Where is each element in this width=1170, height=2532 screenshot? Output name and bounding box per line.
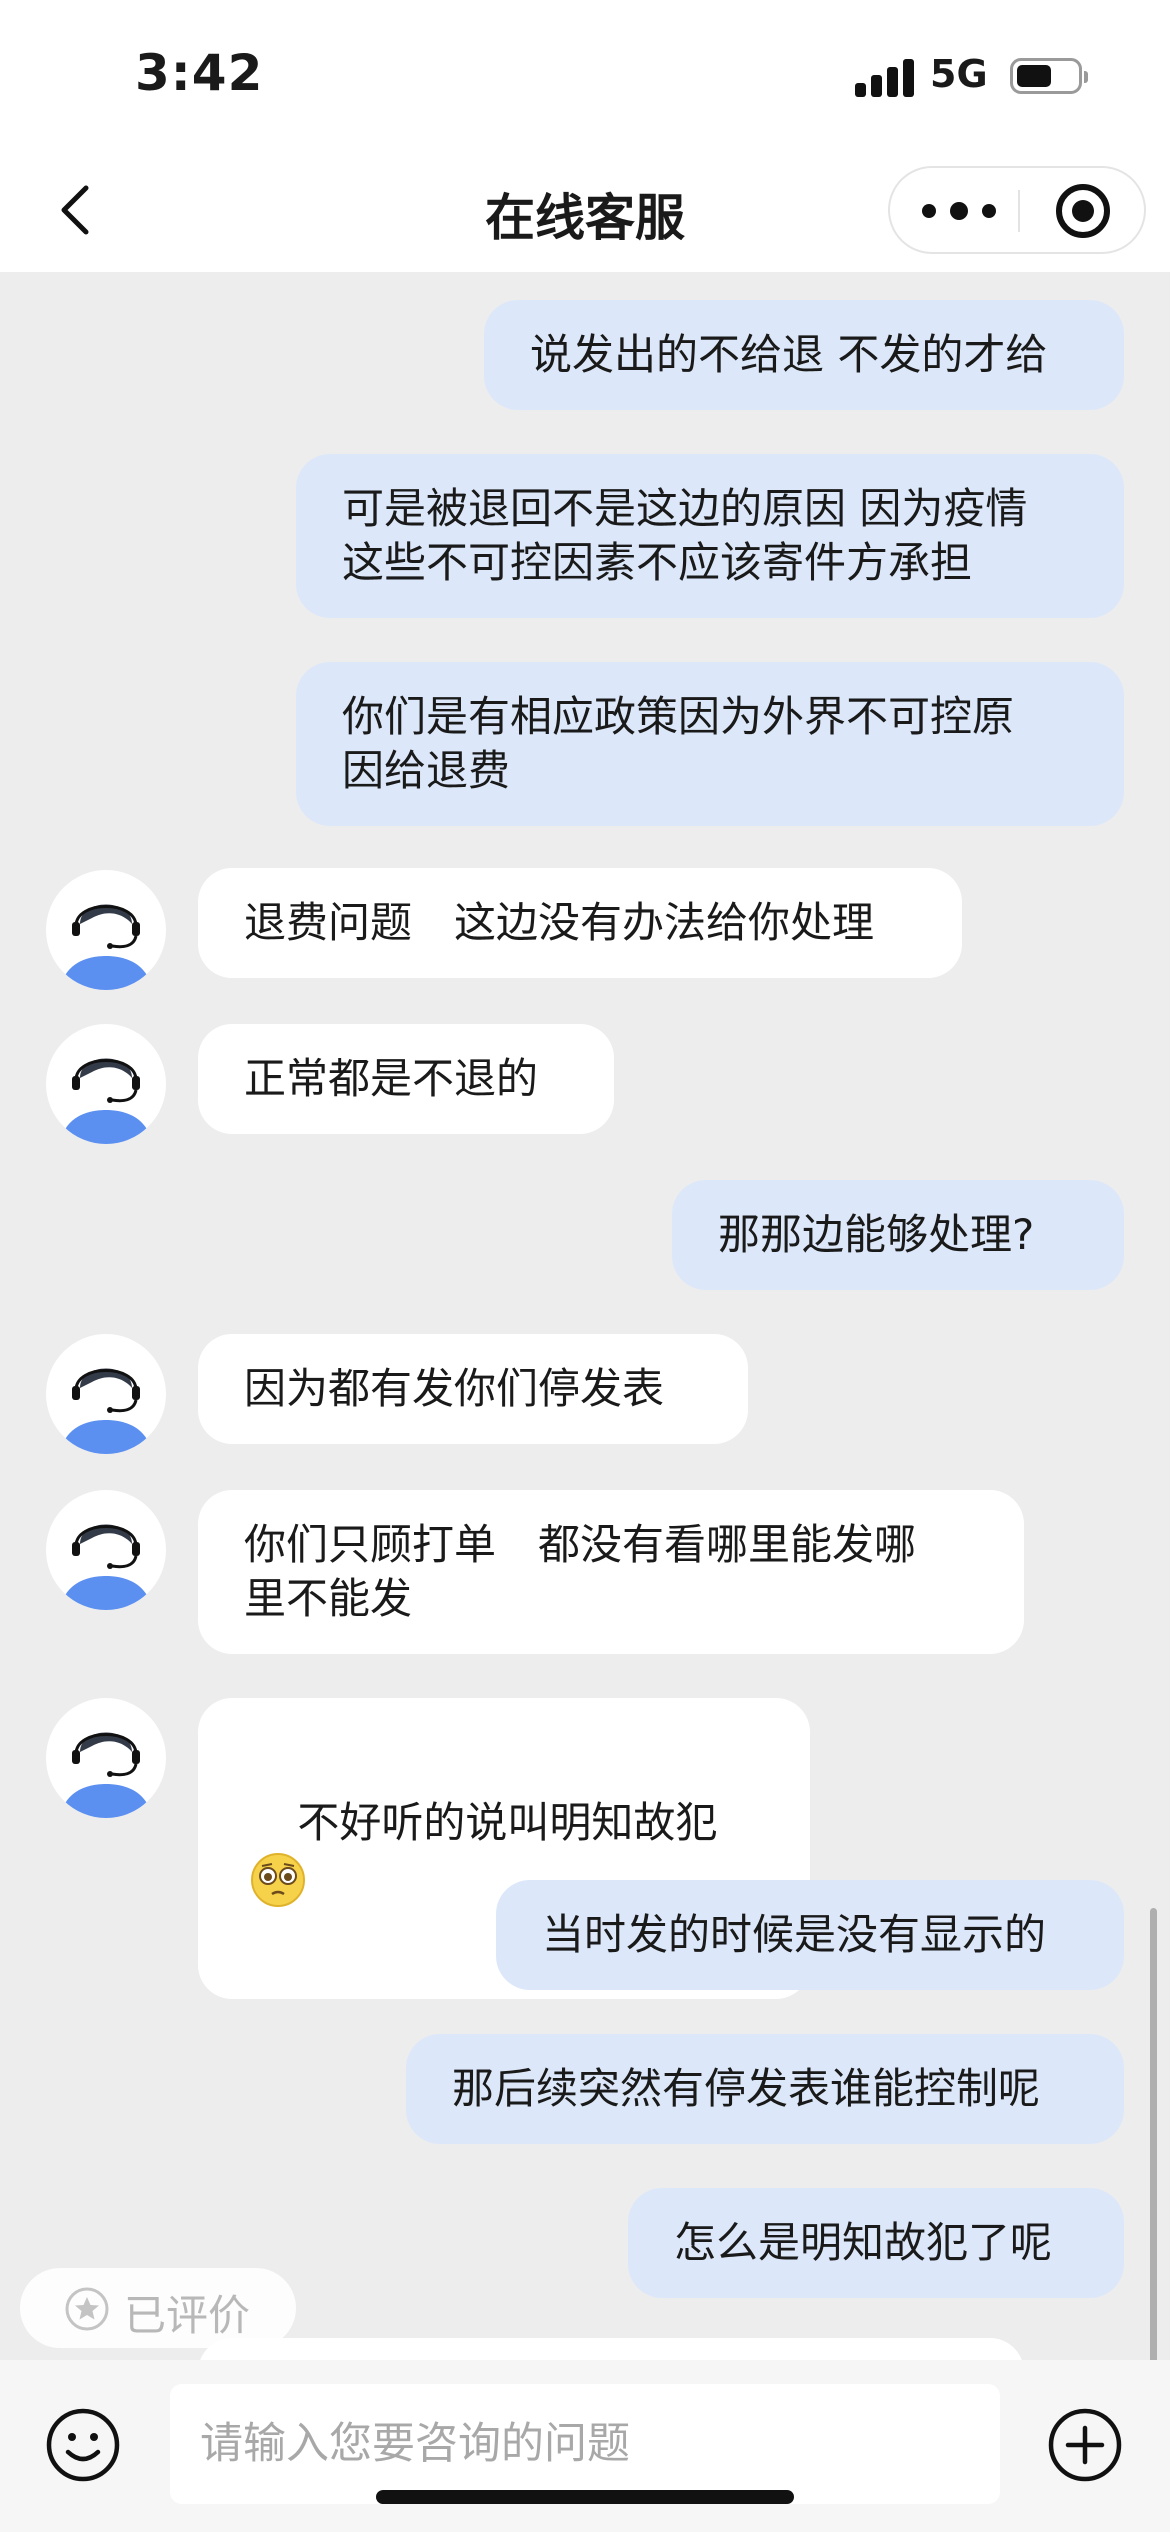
message-bubble-agent: 退费问题 这边没有办法给你处理 (198, 868, 962, 978)
message-bubble-user: 你们是有相应政策因为外界不可控原 因给退费 (296, 662, 1124, 826)
message-bubble-agent-partial (198, 2338, 1024, 2360)
mini-program-capsule (888, 166, 1146, 254)
message-bubble-user: 那那边能够处理? (672, 1180, 1124, 1290)
status-bar: 3:42 5G (0, 0, 1170, 150)
pleading-face-icon (251, 1853, 305, 1907)
agent-avatar[interactable] (46, 1024, 166, 1144)
message-bubble-user: 怎么是明知故犯了呢 (628, 2188, 1124, 2298)
message-text: 不好听的说叫明知故犯 (297, 1798, 718, 1847)
message-bubble-user: 当时发的时候是没有显示的 (496, 1880, 1124, 1990)
message-bubble-agent: 正常都是不退的 (198, 1024, 614, 1134)
message-bubble-user: 可是被退回不是这边的原因 因为疫情 这些不可控因素不应该寄件方承担 (296, 454, 1124, 618)
agent-avatar[interactable] (46, 1490, 166, 1610)
smiley-icon[interactable] (44, 2406, 122, 2484)
chat-area[interactable]: 说发出的不给退 不发的才给 可是被退回不是这边的原因 因为疫情 这些不可控因素不… (0, 272, 1170, 2360)
signal-icon (855, 57, 915, 97)
status-time: 3:42 (135, 44, 264, 102)
scroll-indicator[interactable] (1150, 1908, 1157, 2360)
input-bar (0, 2360, 1170, 2532)
target-icon[interactable] (1056, 184, 1110, 238)
agent-avatar[interactable] (46, 870, 166, 990)
message-bubble-user: 那后续突然有停发表谁能控制呢 (406, 2034, 1124, 2144)
more-dots-icon[interactable] (920, 188, 1000, 234)
agent-avatar[interactable] (46, 1698, 166, 1818)
agent-avatar[interactable] (46, 1334, 166, 1454)
network-type: 5G (930, 52, 988, 96)
rated-status-chip: 已评价 (20, 2268, 296, 2348)
star-icon (65, 2287, 109, 2331)
rated-label: 已评价 (124, 2291, 251, 2340)
nav-bar: 在线客服 (0, 150, 1170, 272)
capsule-divider (1018, 190, 1020, 232)
message-bubble-user: 说发出的不给退 不发的才给 (484, 300, 1124, 410)
message-bubble-agent: 你们只顾打单 都没有看哪里能发哪 里不能发 (198, 1490, 1024, 1654)
message-input[interactable] (170, 2384, 1000, 2504)
message-bubble-agent: 因为都有发你们停发表 (198, 1334, 748, 1444)
home-indicator[interactable] (376, 2490, 794, 2504)
plus-circle-icon[interactable] (1046, 2406, 1124, 2484)
battery-icon (1010, 58, 1088, 94)
